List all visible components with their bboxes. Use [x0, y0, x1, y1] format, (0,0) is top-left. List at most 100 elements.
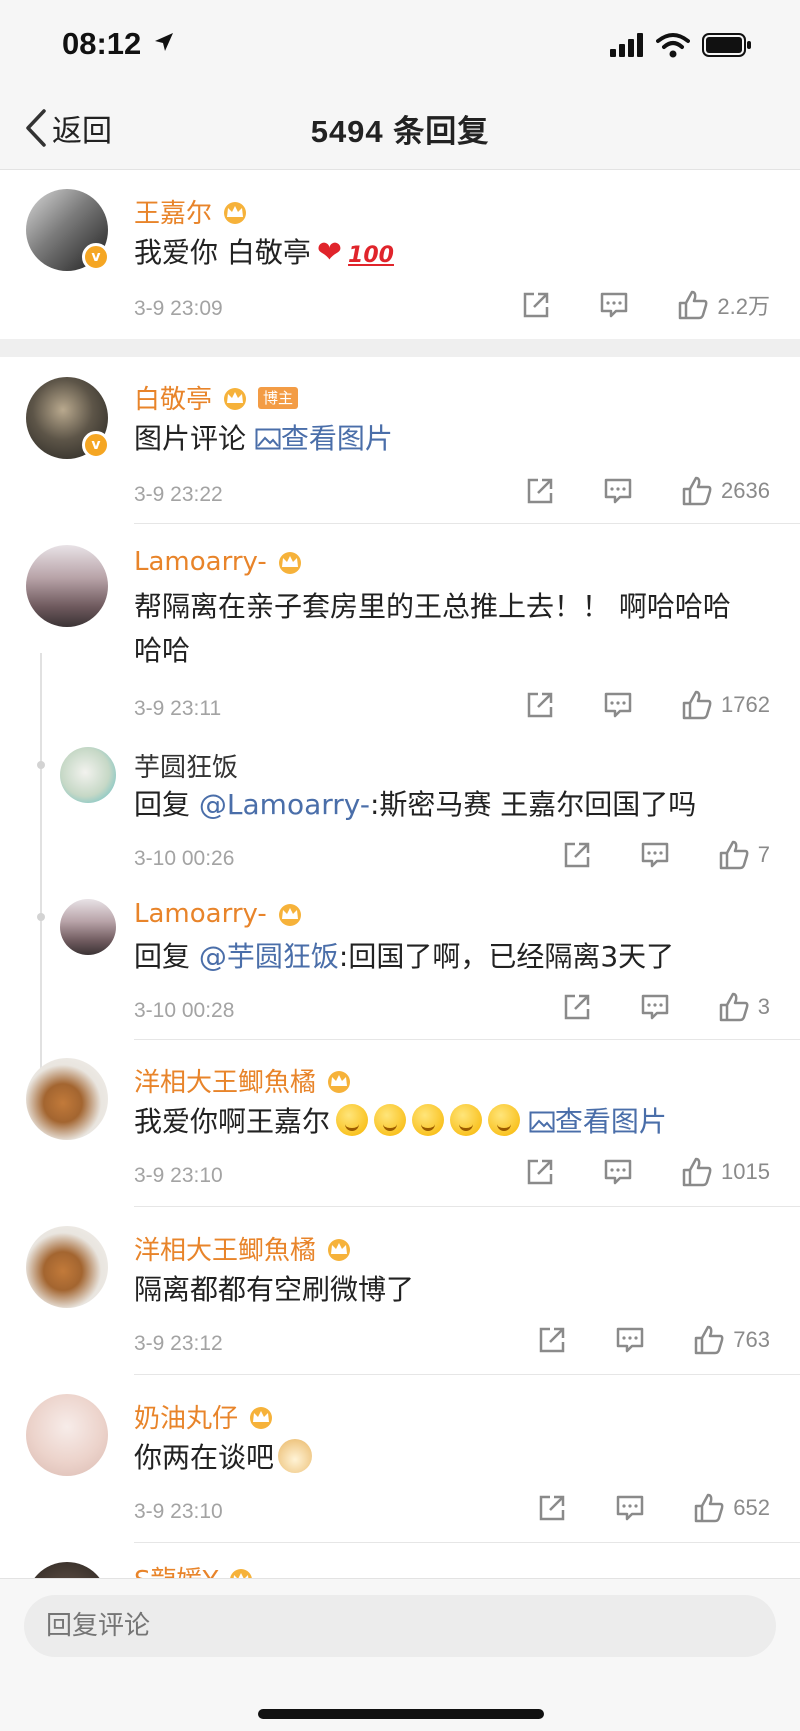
comment-icon [601, 292, 628, 318]
reply-input[interactable] [24, 1595, 776, 1657]
reply-text: 回复 @Lamoarry-:斯密马赛 王嘉尔回国了吗 [134, 783, 696, 827]
comment-username[interactable]: 奶油丸仔 [134, 1398, 276, 1435]
comment-actions: 1762 [525, 689, 770, 721]
reply-button[interactable] [615, 1325, 645, 1355]
status-time: 08:12 [62, 26, 142, 61]
mention-link[interactable]: @芋圆狂饭 [199, 940, 339, 973]
reply-item: Lamoarry- 回复 @芋圆狂饭:回国了啊，已经隔离3天了 3-10 00:… [0, 891, 800, 1043]
thumbs-up-icon [719, 992, 749, 1022]
reply-button[interactable] [603, 1157, 633, 1187]
comment-actions: 763 [537, 1324, 770, 1356]
home-indicator[interactable] [258, 1709, 544, 1719]
share-button[interactable] [525, 690, 555, 720]
reply-item: 芋圆狂饭 回复 @Lamoarry-:斯密马赛 王嘉尔回国了吗 3-10 00:… [0, 739, 800, 891]
share-icon [540, 1327, 565, 1353]
comment-username[interactable]: 王嘉尔 [134, 193, 250, 230]
thumbs-up-icon [682, 476, 712, 506]
comment-time: 3-9 23:10 [134, 1164, 223, 1187]
username-text: Lamoarry- [134, 899, 267, 929]
comment-username[interactable]: 白敬亭 博主 [134, 379, 299, 416]
share-icon [527, 692, 553, 718]
kiss-emoji-icon [374, 1104, 407, 1136]
comment-actions: 3 [562, 991, 770, 1023]
view-image-link[interactable]: 查看图片 [529, 1105, 667, 1138]
share-icon [527, 1159, 553, 1185]
username-text: 洋相大王鲫魚橘 [134, 1236, 317, 1266]
avatar[interactable] [26, 1226, 108, 1308]
avatar[interactable] [26, 1058, 108, 1140]
kiss-emoji-icon [336, 1104, 369, 1136]
comment-text: 图片评论 查看图片 [134, 417, 393, 461]
reply-username[interactable]: Lamoarry- [134, 899, 305, 929]
divider [134, 1206, 800, 1207]
like-button[interactable]: 7 [718, 839, 770, 871]
share-icon [527, 478, 553, 504]
like-count: 652 [733, 1495, 770, 1520]
reply-username[interactable]: 芋圆狂饭 [134, 747, 238, 784]
view-image-label: 查看图片 [554, 1105, 667, 1138]
avatar[interactable] [26, 1394, 108, 1476]
share-button[interactable] [525, 476, 555, 506]
like-button[interactable]: 763 [693, 1324, 770, 1356]
comment-icon [604, 692, 632, 718]
comment-text: 隔离都都有空刷微博了 [134, 1268, 414, 1312]
comment-actions: 1015 [525, 1156, 770, 1188]
kiss-emoji-icon [412, 1104, 445, 1136]
like-count: 1762 [721, 692, 770, 717]
comment-time: 3-9 23:11 [134, 697, 222, 720]
like-button[interactable]: 1015 [681, 1156, 770, 1188]
mention-link[interactable]: @Lamoarry- [199, 788, 370, 821]
top-bar: 08:12 返回 5494 条回复 [0, 0, 800, 170]
comment-item: Lamoarry- 帮隔离在亲子套房里的王总推上去！！ 啊哈哈哈 哈哈 3-9 … [0, 525, 800, 739]
reply-button[interactable] [603, 476, 633, 506]
comment-actions: 2.2万 [521, 289, 770, 321]
view-image-link[interactable]: 查看图片 [255, 422, 393, 455]
hundred-emoji-icon: 100 [348, 243, 394, 268]
kiss-emoji-icon [450, 1104, 483, 1136]
divider [134, 1542, 800, 1543]
avatar[interactable] [60, 899, 116, 955]
verified-badge-icon: v [82, 431, 110, 459]
like-button[interactable]: 2636 [681, 475, 770, 507]
thumbs-up-icon [682, 690, 712, 720]
reply-button[interactable] [640, 840, 670, 870]
share-button[interactable] [562, 992, 592, 1022]
avatar[interactable] [26, 545, 108, 627]
like-button[interactable]: 2.2万 [677, 289, 770, 321]
image-icon [255, 428, 281, 450]
reply-button[interactable] [640, 992, 670, 1022]
share-button[interactable] [562, 840, 592, 870]
avatar[interactable] [26, 1562, 108, 1578]
divider [134, 523, 800, 524]
comment-text-body: 你两在谈吧 [134, 1441, 275, 1474]
like-button[interactable]: 1762 [681, 689, 770, 721]
like-count: 2.2万 [717, 294, 770, 319]
comment-icon [641, 842, 668, 868]
comment-username[interactable]: Lamoarry- [134, 547, 305, 577]
comment-text-body: 隔离都都有空刷微博了 [134, 1273, 415, 1306]
share-button[interactable] [521, 290, 551, 320]
comment-username[interactable]: 洋相大王鲫魚橘 [134, 1062, 354, 1099]
comment-text: 你两在谈吧 [134, 1436, 313, 1480]
avatar[interactable] [60, 747, 116, 803]
like-button[interactable]: 3 [718, 991, 770, 1023]
comment-icon [617, 1495, 644, 1521]
reply-bar [0, 1578, 800, 1731]
signal-icon [610, 33, 643, 57]
reply-time: 3-10 00:28 [134, 999, 235, 1022]
crown-icon [224, 201, 247, 224]
share-button[interactable] [525, 1157, 555, 1187]
share-button[interactable] [537, 1493, 567, 1523]
reply-button[interactable] [599, 290, 629, 320]
comment-username[interactable]: S龍媛Y [134, 1560, 256, 1578]
comment-item: 洋相大王鲫魚橘 我爱你啊王嘉尔 查看图片 3-9 23:10 1015 [0, 1040, 800, 1208]
reply-button[interactable] [615, 1493, 645, 1523]
comment-text-body: 我爱你啊王嘉尔 [134, 1105, 331, 1138]
comment-username[interactable]: 洋相大王鲫魚橘 [134, 1230, 354, 1267]
crown-icon [278, 552, 301, 574]
comment-item: v 王嘉尔 我爱你 白敬亭 ❤ 100 3-9 23:09 2.2万 [0, 171, 800, 339]
like-button[interactable]: 652 [693, 1492, 770, 1524]
reply-button[interactable] [603, 690, 633, 720]
like-count: 1015 [721, 1159, 770, 1184]
share-button[interactable] [537, 1325, 567, 1355]
